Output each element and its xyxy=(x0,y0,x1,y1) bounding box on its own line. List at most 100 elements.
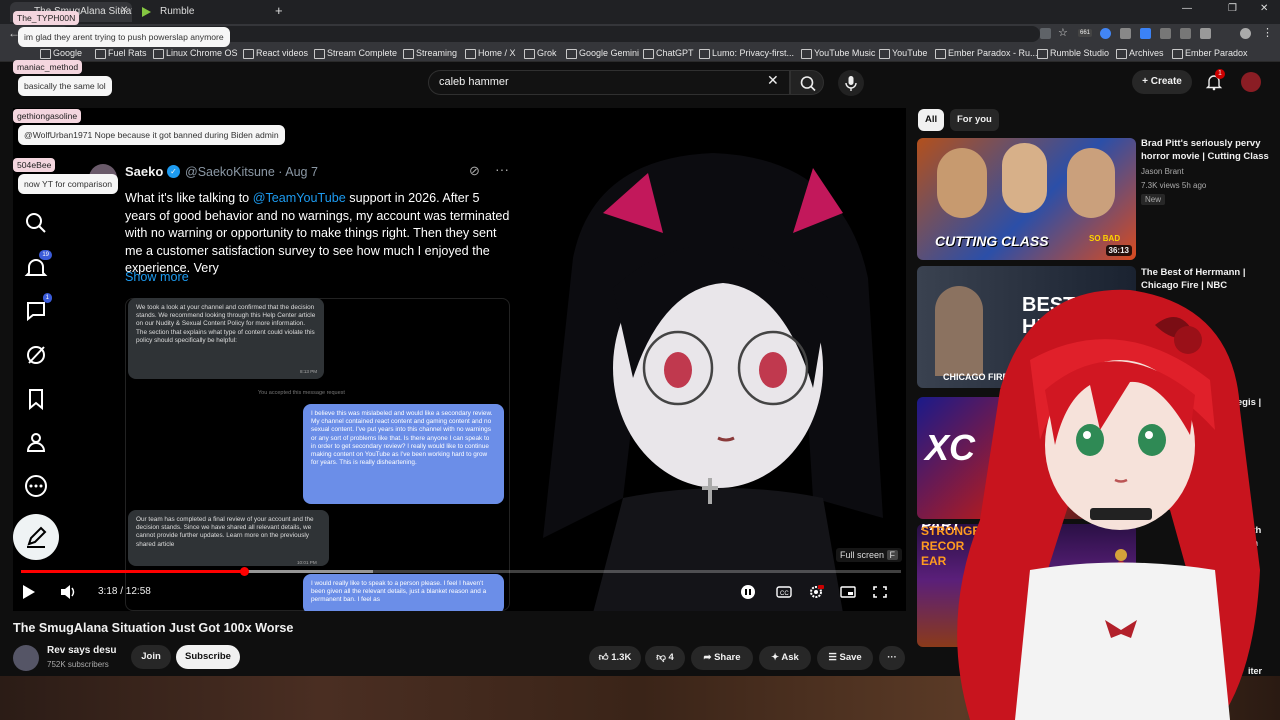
install-icon[interactable] xyxy=(1040,28,1051,39)
extensions-puzzle-icon[interactable] xyxy=(1200,28,1211,39)
share-label: Share xyxy=(714,652,741,663)
more-circle-icon xyxy=(25,475,47,497)
extension-icon[interactable] xyxy=(1140,28,1151,39)
tooltip-label: Full screen xyxy=(840,550,885,560)
extension-icon[interactable] xyxy=(1100,28,1111,39)
menu-dots-icon[interactable]: ⋮ xyxy=(1262,26,1273,39)
grok-icon[interactable]: ⊘ xyxy=(469,163,480,179)
chat-username: maniac_method xyxy=(13,60,83,74)
message-badge: 1 xyxy=(42,293,52,303)
recommendation-title-fragment: iter xyxy=(1248,666,1263,676)
dislike-count: 4 xyxy=(668,652,674,663)
maximize-icon[interactable]: ❐ xyxy=(1228,3,1237,14)
more-actions-button[interactable]: ··· xyxy=(879,646,905,670)
share-button[interactable]: ➦ Share xyxy=(691,646,753,670)
video-duration: 36:13 xyxy=(1105,245,1132,256)
window-close-icon[interactable]: ✕ xyxy=(1260,3,1268,14)
minimize-icon[interactable]: — xyxy=(1182,3,1192,14)
scrubber-handle[interactable] xyxy=(239,567,249,576)
bookmark[interactable]: React videos xyxy=(243,46,308,60)
account-avatar[interactable] xyxy=(1241,72,1261,92)
bookmark[interactable]: Streaming xyxy=(403,46,457,60)
profile-icon[interactable] xyxy=(1240,28,1251,39)
bookmark[interactable]: Ember Paradox xyxy=(1172,46,1248,60)
notifications-nav-button[interactable]: 19 xyxy=(24,250,52,280)
save-button[interactable]: ☰ Save xyxy=(817,646,873,670)
settings-button[interactable] xyxy=(807,584,825,600)
time-display: 3:18 / 12:58 xyxy=(98,586,151,597)
volume-button[interactable] xyxy=(59,584,77,600)
save-label: Save xyxy=(839,652,862,663)
microphone-icon xyxy=(845,76,857,91)
bookmark[interactable]: Fuel Rats xyxy=(95,46,147,60)
bookmark[interactable]: Linux Chrome OS xyxy=(153,46,238,60)
bookmark[interactable]: ChatGPT xyxy=(643,46,694,60)
profile-nav-button[interactable] xyxy=(24,430,48,454)
grok-nav-button[interactable] xyxy=(24,343,48,367)
fullscreen-icon xyxy=(873,586,887,598)
channel-name[interactable]: Rev says desu xyxy=(47,645,117,656)
bookmark[interactable]: Rumble Studio xyxy=(1037,46,1109,60)
chip-for-you[interactable]: For you xyxy=(950,109,999,131)
bookmark[interactable]: Lumo: Privacy-first... xyxy=(699,46,794,60)
search-nav-button[interactable] xyxy=(24,211,48,235)
bookmark[interactable]: Home / X xyxy=(465,46,516,60)
bookmark[interactable]: Ember Paradox - Ru... xyxy=(935,46,1038,60)
messages-nav-button[interactable]: 1 xyxy=(24,293,52,323)
recommendation-title[interactable]: Brad Pitt's seriously pervy horror movie… xyxy=(1141,137,1269,163)
video-player[interactable]: Saeko ✓ @SaekoKitsune · Aug 7 ⊘ ··· What… xyxy=(13,108,906,611)
recommendation-thumbnail[interactable]: CUTTING CLASS SO BAD 36:13 xyxy=(917,138,1136,260)
tab-close-icon[interactable]: ✕ xyxy=(120,5,128,16)
recommendation-channel[interactable]: Jason Brant xyxy=(1141,167,1184,176)
play-button[interactable] xyxy=(19,584,37,600)
bookmark[interactable]: Google Gemini xyxy=(566,46,639,60)
extension-icon[interactable] xyxy=(1120,28,1131,39)
dm-time: 8:13 PM xyxy=(300,369,318,374)
show-more-link[interactable]: Show more xyxy=(125,270,189,284)
chat-message: @WolfUrban1971 Nope because it got banne… xyxy=(18,125,285,145)
notifications-button[interactable]: 1 xyxy=(1205,69,1225,91)
miniplayer-button[interactable] xyxy=(839,584,857,600)
recommendation-meta: 7.3K views 5h ago xyxy=(1141,181,1207,190)
bookmark[interactable]: YouTube Music xyxy=(801,46,875,60)
verified-icon: ✓ xyxy=(167,165,180,178)
create-button[interactable]: + Create xyxy=(1132,70,1192,94)
clear-search-icon[interactable]: ✕ xyxy=(767,72,779,89)
progress-bar[interactable] xyxy=(21,567,901,576)
tweet-mention[interactable]: @TeamYouTube xyxy=(253,191,346,205)
join-button[interactable]: Join xyxy=(131,645,171,669)
share-icon: ➦ xyxy=(703,652,715,663)
dislike-button[interactable]: 👎︎ 4 xyxy=(645,646,685,670)
captions-button[interactable]: CC xyxy=(775,584,793,600)
search-input[interactable]: caleb hammer xyxy=(428,70,790,95)
pause-toggle-icon xyxy=(741,585,755,599)
tab-rumble[interactable]: Rumble xyxy=(136,2,266,22)
like-button[interactable]: 👍︎ 1.3K xyxy=(589,646,641,670)
save-icon: ☰ xyxy=(828,652,840,663)
bookmark[interactable]: Google xyxy=(40,46,82,60)
extension-badge[interactable]: 661 xyxy=(1078,29,1093,37)
new-tab-icon[interactable]: + xyxy=(275,3,283,18)
search-button[interactable] xyxy=(790,70,824,95)
bookmark[interactable]: YouTube xyxy=(879,46,927,60)
autoplay-toggle[interactable] xyxy=(739,584,757,600)
bookmark[interactable]: Archives xyxy=(1116,46,1164,60)
bookmark[interactable]: Stream Complete xyxy=(314,46,397,60)
compose-icon xyxy=(27,526,47,548)
fullscreen-button[interactable] xyxy=(871,584,889,600)
voice-search-button[interactable] xyxy=(838,70,864,96)
captions-icon: CC xyxy=(776,586,792,598)
bookmark[interactable]: Grok xyxy=(524,46,557,60)
chat-username: The_TYPH00N xyxy=(13,11,80,25)
extension-icon[interactable] xyxy=(1180,28,1191,39)
ask-button[interactable]: ✦ Ask xyxy=(759,646,811,670)
thumbnail-person xyxy=(1002,143,1047,213)
compose-post-button[interactable] xyxy=(13,514,59,560)
subscribe-button[interactable]: Subscribe xyxy=(176,645,240,669)
channel-avatar[interactable] xyxy=(13,645,39,671)
chip-all[interactable]: All xyxy=(918,109,945,131)
more-nav-button[interactable] xyxy=(24,474,48,498)
extension-icon[interactable] xyxy=(1160,28,1171,39)
bookmarks-nav-button[interactable] xyxy=(24,387,48,411)
star-icon[interactable]: ☆ xyxy=(1058,26,1068,39)
